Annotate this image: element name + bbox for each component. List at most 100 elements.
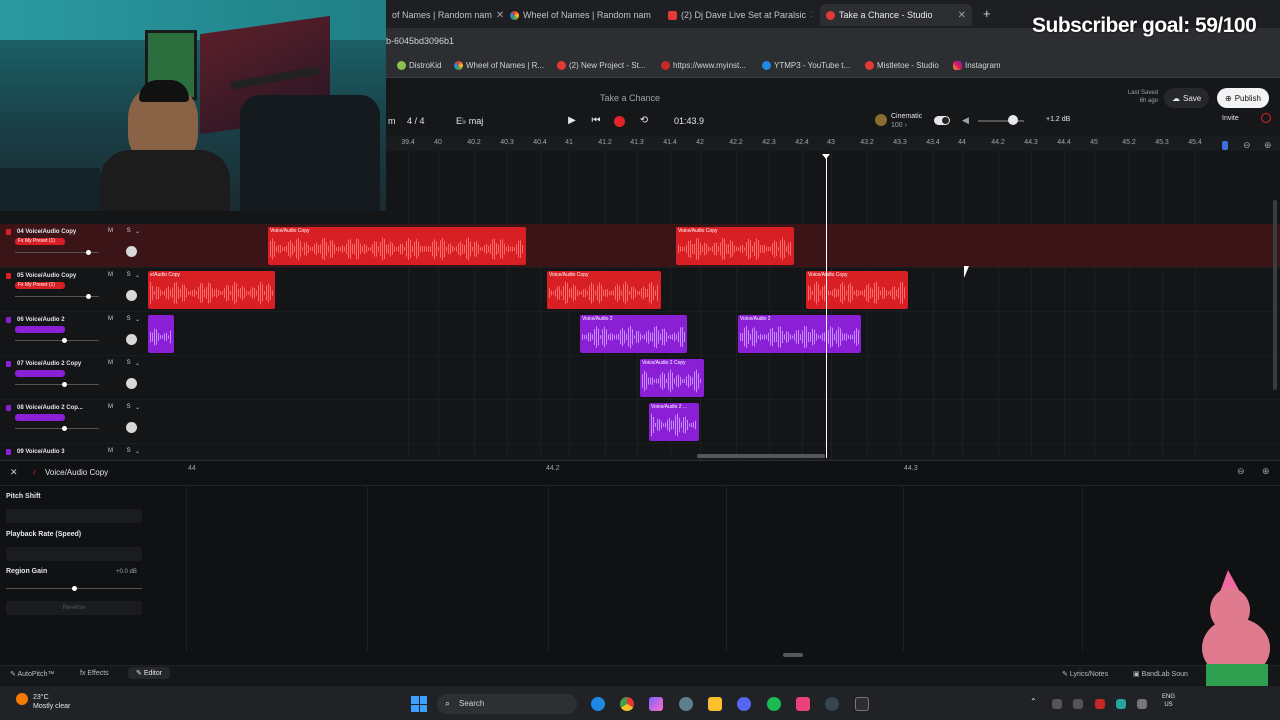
autopitch-tab[interactable]: ✎ AutoPitch™ bbox=[10, 670, 54, 678]
chevron-down-icon[interactable]: ⌄ bbox=[135, 316, 140, 323]
time-signature[interactable]: 4 / 4 bbox=[407, 116, 425, 126]
track-volume-slider[interactable] bbox=[15, 384, 99, 385]
zoom-in-icon[interactable]: ⊕ bbox=[1262, 466, 1270, 477]
reverse-button[interactable]: Reverse bbox=[6, 601, 142, 615]
taskbar-search[interactable]: Search bbox=[437, 694, 577, 714]
track-volume-knob[interactable] bbox=[86, 294, 91, 299]
url-text[interactable]: b-6045bd3096b1 bbox=[386, 36, 454, 46]
preset-badge[interactable] bbox=[15, 414, 65, 421]
bookmark-item[interactable]: Instagram bbox=[953, 61, 1001, 70]
discord-icon[interactable] bbox=[737, 697, 751, 711]
audio-clip[interactable]: Voice/Audio Copy bbox=[268, 227, 526, 265]
publish-button[interactable]: ⊕ Publish bbox=[1217, 88, 1269, 108]
pan-knob[interactable] bbox=[126, 422, 137, 433]
bookmark-item[interactable]: https://www.myinst... bbox=[661, 61, 746, 70]
browser-tab[interactable]: Wheel of Names | Random nam ✕ bbox=[504, 4, 654, 26]
master-volume-knob[interactable] bbox=[1008, 115, 1018, 125]
skip-back-button[interactable]: ⏮ bbox=[589, 114, 603, 128]
chevron-up-icon[interactable]: ⌃ bbox=[1030, 697, 1037, 706]
browser-tab-active[interactable]: Take a Chance - Studio ✕ bbox=[820, 4, 972, 26]
track-header[interactable]: 04 Voice/Audio Copy M S ⌄ Fx My Preset (1) bbox=[0, 224, 148, 268]
tray-icon[interactable] bbox=[1052, 699, 1062, 709]
audio-clip[interactable]: Voice/Audio 2 Copy bbox=[640, 359, 704, 397]
mute-solo-buttons[interactable]: M S bbox=[108, 448, 137, 454]
audio-clip[interactable] bbox=[148, 315, 174, 353]
track-volume-knob[interactable] bbox=[86, 250, 91, 255]
vertical-scrollbar[interactable] bbox=[1273, 200, 1277, 390]
lyrics-notes-tab[interactable]: ✎ Lyrics/Notes bbox=[1062, 670, 1108, 678]
browser-tab[interactable]: (2) Dj Dave Live Set at Paralsic ✕ bbox=[662, 4, 812, 26]
preset-badge[interactable]: Fx My Preset (1) bbox=[15, 238, 65, 245]
track-name[interactable]: 04 Voice/Audio Copy bbox=[17, 229, 76, 235]
chevron-down-icon[interactable]: ⌄ bbox=[135, 228, 140, 235]
bookmark-item[interactable]: Wheel of Names | R... bbox=[454, 61, 544, 70]
mute-solo-buttons[interactable]: M S bbox=[108, 404, 137, 410]
pan-knob[interactable] bbox=[126, 290, 137, 301]
playhead-handle[interactable] bbox=[822, 154, 830, 159]
play-button[interactable]: ▶ bbox=[565, 114, 579, 128]
invite-button[interactable]: Invite bbox=[1222, 115, 1239, 122]
close-icon[interactable]: ✕ bbox=[10, 467, 18, 478]
track-header[interactable]: 08 Voice/Audio 2 Cop... M S ⌄ bbox=[0, 400, 148, 444]
track-name[interactable]: 05 Voice/Audio Copy bbox=[17, 273, 76, 279]
track-volume-slider[interactable] bbox=[15, 340, 99, 341]
tray-icon[interactable] bbox=[1116, 699, 1126, 709]
chevron-down-icon[interactable]: ⌄ bbox=[135, 404, 140, 411]
new-tab-icon[interactable]: + bbox=[983, 6, 991, 21]
loop-button[interactable]: ⟲ bbox=[637, 114, 651, 128]
mute-solo-buttons[interactable]: M S bbox=[108, 272, 137, 278]
audio-clip[interactable]: Voice/Audio 2 bbox=[738, 315, 861, 353]
track-volume-slider[interactable] bbox=[15, 428, 99, 429]
track-header[interactable]: 05 Voice/Audio Copy M S ⌄ Fx My Preset (1) bbox=[0, 268, 148, 312]
track-name[interactable]: 07 Voice/Audio 2 Copy bbox=[17, 361, 81, 367]
file-explorer-icon[interactable] bbox=[708, 697, 722, 711]
editor-resize-handle[interactable] bbox=[783, 653, 803, 657]
copilot-icon[interactable] bbox=[649, 697, 663, 711]
zoom-in-icon[interactable]: ⊕ bbox=[1264, 140, 1272, 151]
settings-icon[interactable] bbox=[679, 697, 693, 711]
region-gain-knob[interactable] bbox=[72, 586, 77, 591]
bookmark-item[interactable]: DistroKid bbox=[397, 61, 441, 70]
song-title[interactable]: Take a Chance bbox=[600, 93, 660, 103]
track-row[interactable]: 09 Voice/Audio 3 M S ⌄ bbox=[0, 444, 1280, 460]
record-button[interactable] bbox=[614, 116, 625, 127]
spotify-icon[interactable] bbox=[767, 697, 781, 711]
pan-knob[interactable] bbox=[126, 334, 137, 345]
mute-solo-buttons[interactable]: M S bbox=[108, 228, 137, 234]
preset-badge[interactable] bbox=[15, 326, 65, 333]
tray-icon[interactable] bbox=[1073, 699, 1083, 709]
audio-clip[interactable]: e/Audio Copy bbox=[148, 271, 275, 309]
track-name[interactable]: 08 Voice/Audio 2 Cop... bbox=[17, 405, 83, 411]
snap-icon[interactable] bbox=[1222, 141, 1228, 150]
track-name[interactable]: 06 Voice/Audio 2 bbox=[17, 317, 65, 323]
track-name[interactable]: 09 Voice/Audio 3 bbox=[17, 449, 65, 455]
speaker-icon[interactable]: ◀ bbox=[962, 115, 969, 126]
notifications-icon[interactable] bbox=[1261, 113, 1271, 123]
editor-tab[interactable]: ✎ Editor bbox=[128, 667, 171, 679]
windows-start-icon[interactable] bbox=[411, 696, 427, 712]
track-row[interactable]: 05 Voice/Audio Copy M S ⌄ Fx My Preset (1) e… bbox=[0, 268, 1280, 312]
close-icon[interactable]: ✕ bbox=[810, 10, 812, 21]
chevron-down-icon[interactable]: ⌄ bbox=[135, 360, 140, 367]
browser-tab[interactable]: of Names | Random nam ✕ bbox=[386, 4, 504, 26]
tray-icon[interactable] bbox=[1137, 699, 1147, 709]
track-volume-knob[interactable] bbox=[62, 338, 67, 343]
audio-clip[interactable]: Voice/Audio Copy bbox=[806, 271, 908, 309]
close-icon[interactable]: ✕ bbox=[496, 10, 504, 21]
weather-widget[interactable]: 23°C Mostly clear bbox=[33, 693, 70, 711]
audio-clip[interactable]: Voice/Audio Copy bbox=[547, 271, 661, 309]
preset-badge[interactable]: Fx My Preset (1) bbox=[15, 282, 65, 289]
track-row[interactable]: 06 Voice/Audio 2 M S ⌄ Voice/Audio 2 Voice/A… bbox=[0, 312, 1280, 356]
audio-clip[interactable]: Voice/Audio 2 ... bbox=[649, 403, 699, 441]
track-header[interactable]: 07 Voice/Audio 2 Copy M S ⌄ bbox=[0, 356, 148, 400]
zoom-out-icon[interactable]: ⊖ bbox=[1243, 140, 1251, 151]
audio-clip[interactable]: Voice/Audio Copy bbox=[676, 227, 794, 265]
chevron-down-icon[interactable]: ⌄ bbox=[135, 448, 140, 455]
mute-solo-buttons[interactable]: M S bbox=[108, 316, 137, 322]
language-indicator[interactable]: ENG US bbox=[1162, 693, 1175, 709]
tiktok-icon[interactable] bbox=[796, 697, 810, 711]
save-button[interactable]: ☁ Save bbox=[1164, 88, 1210, 108]
effects-tab[interactable]: fx Effects bbox=[80, 670, 109, 677]
mastering-toggle[interactable] bbox=[934, 116, 950, 125]
pitch-shift-stepper[interactable] bbox=[6, 509, 142, 523]
